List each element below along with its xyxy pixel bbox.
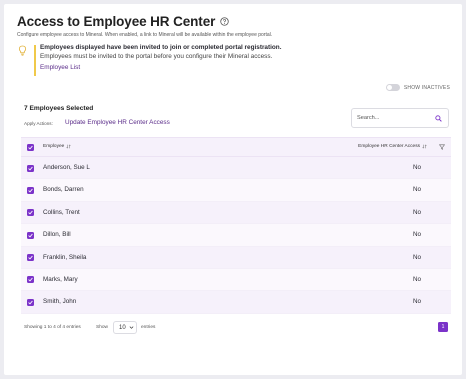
employee-name: Dillon, Bill bbox=[43, 231, 71, 239]
entries-label: entries bbox=[141, 325, 156, 330]
check-icon bbox=[28, 300, 33, 305]
search-input[interactable] bbox=[357, 113, 427, 123]
toggle-switch[interactable] bbox=[385, 84, 400, 91]
check-icon bbox=[28, 233, 33, 238]
column-header-access[interactable]: Employee HR Center Access bbox=[358, 144, 427, 149]
table-body: Anderson, Sue L No Bonds, Darren No Coll… bbox=[21, 157, 451, 314]
page-size-value: 10 bbox=[119, 324, 126, 331]
table-header: Employee Employee HR Center Access bbox=[21, 137, 451, 157]
employee-list-link[interactable]: Employee List bbox=[40, 64, 80, 71]
pagination-page-button[interactable]: 1 bbox=[438, 322, 448, 332]
selected-count: 7 Employees Selected bbox=[24, 105, 94, 112]
access-value: No bbox=[412, 231, 421, 239]
chevron-down-icon bbox=[129, 326, 134, 329]
sort-icon[interactable] bbox=[422, 144, 427, 149]
employee-name: Marks, Mary bbox=[43, 275, 78, 283]
table-row[interactable]: Marks, Mary No bbox=[21, 268, 451, 292]
page-title: Access to Employee HR Center bbox=[17, 14, 216, 29]
page: Access to Employee HR Center Configure e… bbox=[4, 4, 462, 375]
toggle-label: SHOW INACTIVES bbox=[403, 84, 450, 91]
employee-name: Anderson, Sue L bbox=[43, 164, 90, 171]
column-header-access-label: Employee HR Center Access bbox=[358, 144, 420, 149]
row-checkbox[interactable] bbox=[27, 276, 34, 284]
info-callout: Employees displayed have been invited to… bbox=[17, 44, 447, 78]
check-icon bbox=[28, 188, 33, 193]
column-header-employee-label: Employee bbox=[43, 144, 65, 149]
title-row: Access to Employee HR Center bbox=[17, 14, 229, 29]
row-checkbox[interactable] bbox=[27, 164, 34, 172]
access-value: No bbox=[412, 253, 421, 261]
employee-name: Franklin, Sheila bbox=[43, 253, 87, 261]
toggle-knob bbox=[386, 85, 392, 90]
row-checkbox[interactable] bbox=[27, 254, 34, 262]
filter-icon[interactable] bbox=[439, 144, 445, 150]
employee-card: 7 Employees Selected Apply Actions: Upda… bbox=[17, 97, 454, 341]
sort-icon[interactable] bbox=[66, 144, 72, 149]
check-icon bbox=[28, 166, 33, 171]
show-label: Show bbox=[96, 325, 108, 330]
employee-name: Collins, Trent bbox=[43, 208, 80, 216]
table-footer: Showing 1 to 4 of 4 entries Show 10 entr… bbox=[24, 321, 448, 335]
row-checkbox[interactable] bbox=[27, 186, 34, 194]
table-row[interactable]: Bonds, Darren No bbox=[21, 179, 451, 202]
info-accent-bar bbox=[34, 45, 36, 76]
column-header-employee[interactable]: Employee bbox=[43, 144, 72, 149]
row-checkbox[interactable] bbox=[27, 231, 34, 239]
check-icon bbox=[28, 255, 33, 260]
row-checkbox[interactable] bbox=[27, 209, 34, 217]
access-value: No bbox=[412, 208, 421, 216]
row-checkbox[interactable] bbox=[27, 298, 34, 306]
info-title: Employees displayed have been invited to… bbox=[40, 44, 282, 51]
table-row[interactable]: Franklin, Sheila No bbox=[21, 246, 451, 269]
table-row[interactable]: Smith, John No bbox=[21, 291, 451, 314]
search-icon[interactable] bbox=[435, 115, 442, 122]
access-value: No bbox=[412, 298, 421, 306]
check-icon bbox=[28, 210, 33, 215]
check-icon bbox=[28, 278, 33, 283]
table-row[interactable]: Dillon, Bill No bbox=[21, 224, 451, 247]
showing-entries-text: Showing 1 to 4 of 4 entries bbox=[24, 325, 81, 330]
employee-name: Bonds, Darren bbox=[43, 186, 84, 194]
access-value: No bbox=[412, 186, 421, 194]
access-value: No bbox=[412, 164, 421, 171]
info-description: Employees must be invited to the portal … bbox=[40, 53, 273, 60]
check-icon bbox=[28, 145, 33, 150]
update-access-link[interactable]: Update Employee HR Center Access bbox=[65, 119, 170, 126]
show-inactives-toggle[interactable]: SHOW INACTIVES bbox=[385, 84, 450, 91]
search-box bbox=[351, 108, 449, 128]
employee-table: Employee Employee HR Center Access Ander… bbox=[21, 137, 451, 314]
table-row[interactable]: Anderson, Sue L No bbox=[21, 157, 451, 180]
access-value: No bbox=[412, 275, 421, 283]
select-all-checkbox[interactable] bbox=[27, 144, 34, 151]
apply-actions-label: Apply Actions: bbox=[24, 121, 53, 126]
page-size-select[interactable]: 10 bbox=[113, 321, 137, 334]
page-subtitle: Configure employee access to Mineral. Wh… bbox=[17, 32, 273, 38]
help-circle-icon[interactable] bbox=[220, 17, 229, 26]
employee-name: Smith, John bbox=[43, 298, 77, 306]
lightbulb-icon bbox=[18, 45, 27, 56]
table-row[interactable]: Collins, Trent No bbox=[21, 201, 451, 225]
